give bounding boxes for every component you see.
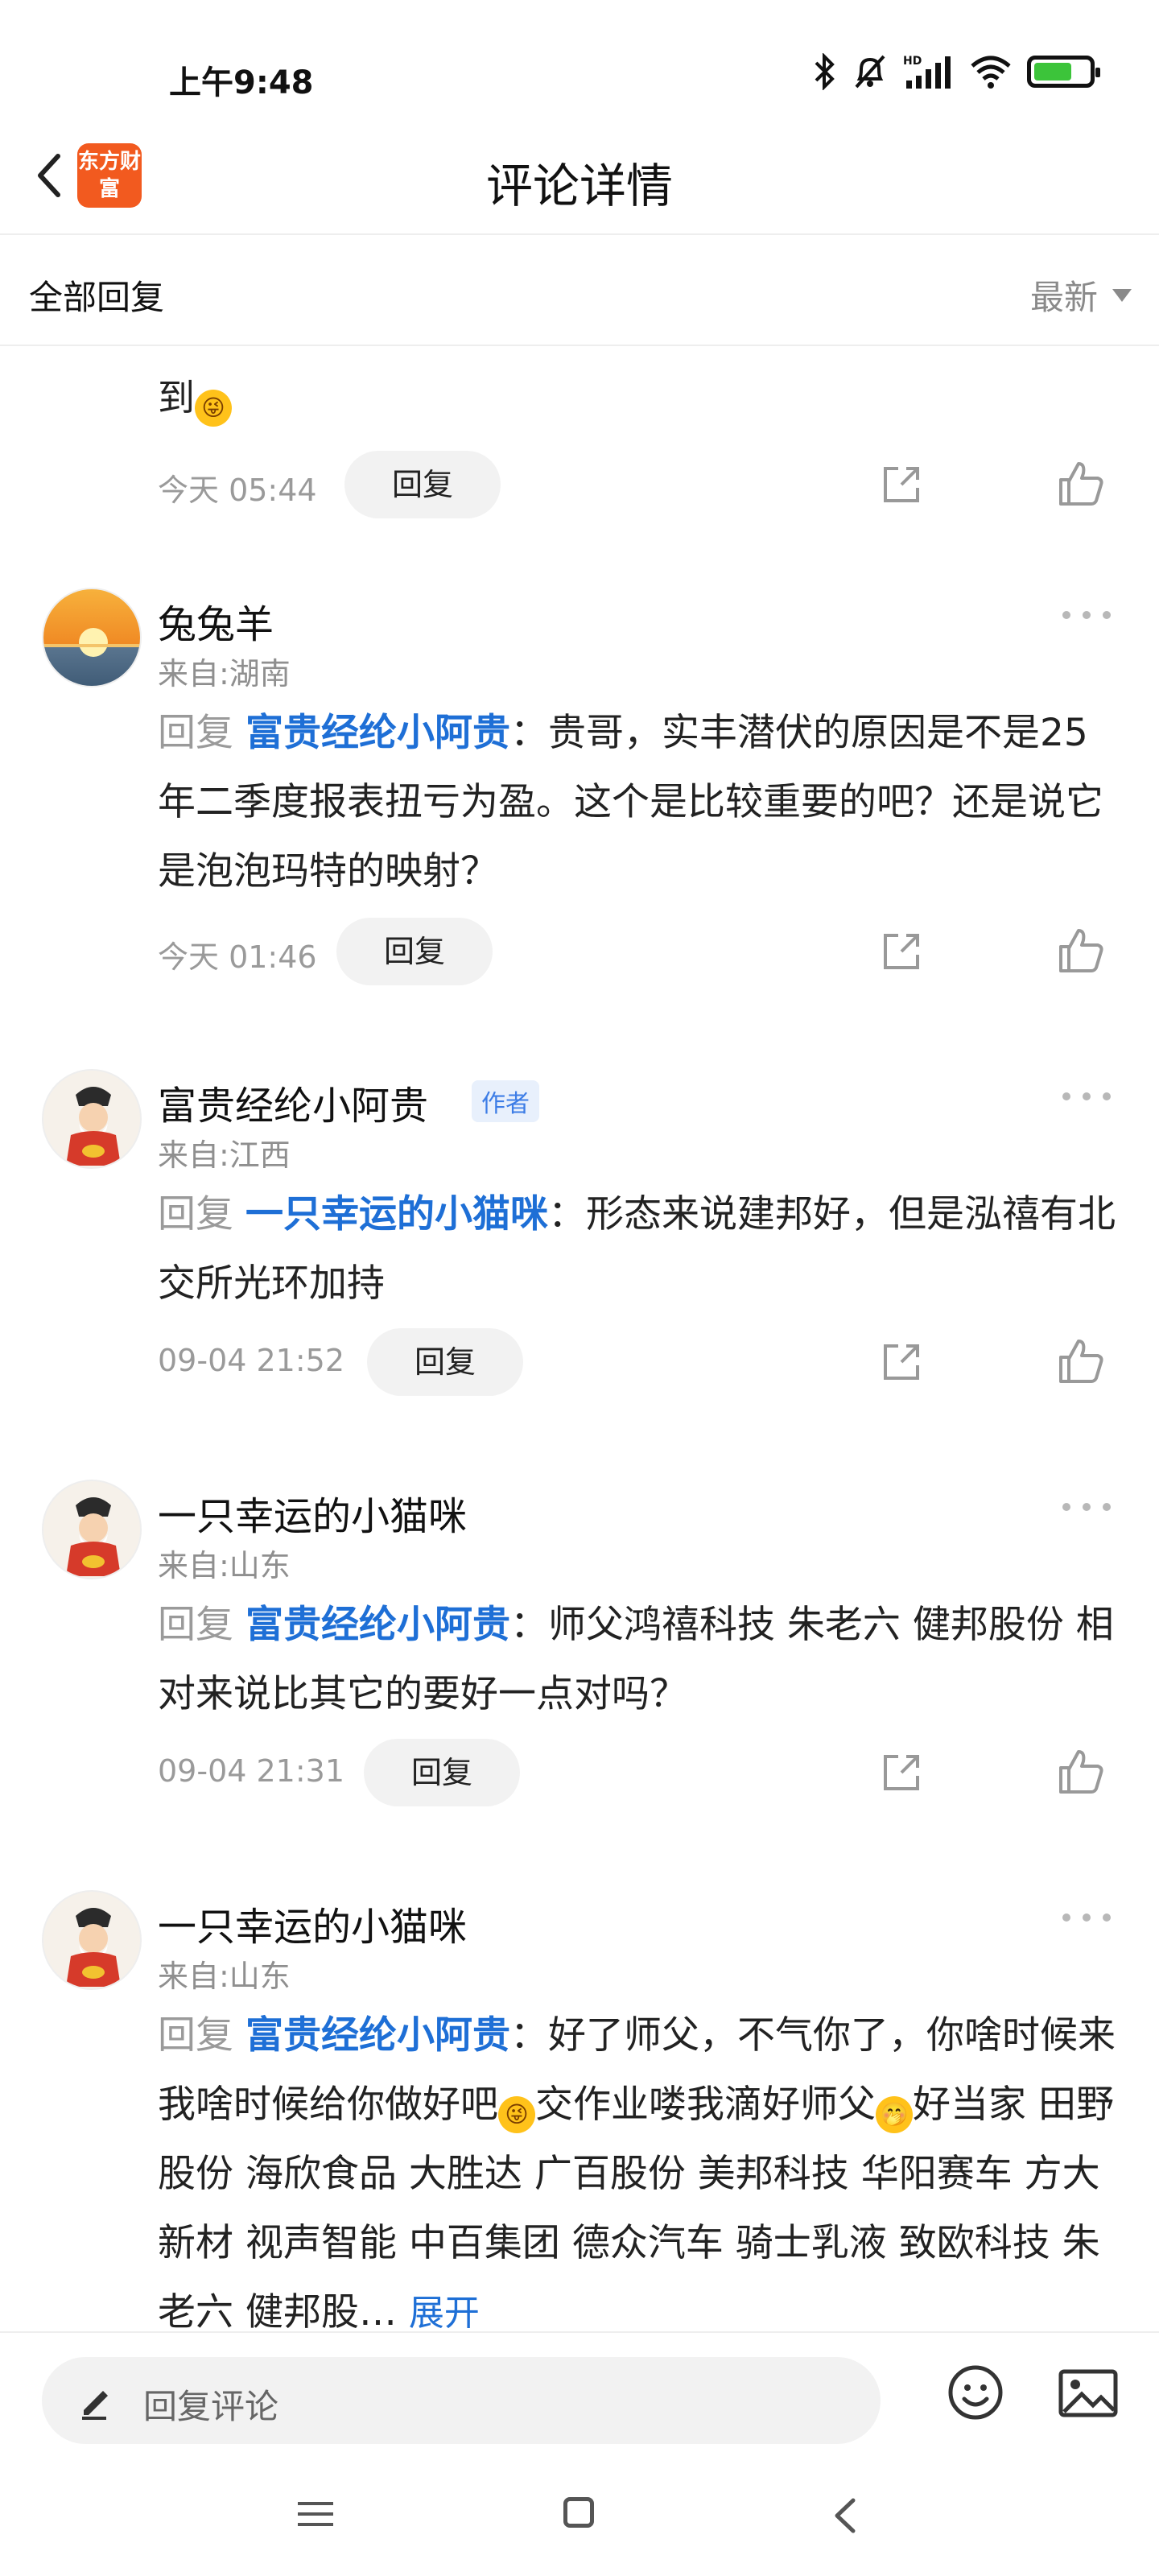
comment-meta-row: 09-04 21:31 回复 xyxy=(158,1739,1159,1806)
thumbs-up-icon[interactable] xyxy=(1056,459,1106,509)
comment-text: 到 😜 xyxy=(158,369,232,427)
reply-target-link[interactable]: 富贵经纶小阿贵 xyxy=(245,1603,510,1647)
comment-text: 回复 富贵经纶小阿贵：师父鸿禧科技 朱老六 健邦股份 相对来说比其它的要好一点对… xyxy=(158,1591,1116,1729)
svg-text:HD: HD xyxy=(903,55,922,68)
battery-charging-icon xyxy=(1027,56,1100,88)
status-icons: HD xyxy=(813,53,1100,90)
more-options-icon[interactable] xyxy=(1062,1501,1111,1513)
all-replies-label: 全部回复 xyxy=(29,278,165,317)
reply-input[interactable]: 回复评论 xyxy=(42,2357,881,2444)
reply-button[interactable]: 回复 xyxy=(336,918,493,985)
comment-item: 一只幸运的小猫咪 来自:山东 回复 富贵经纶小阿贵：好了师父，不气你了，你啥时候… xyxy=(0,1890,1159,2331)
sort-label: 最新 xyxy=(1029,278,1098,317)
reply-prefix: 回复 xyxy=(158,1603,233,1647)
user-name[interactable]: 兔兔羊 xyxy=(158,592,274,649)
comment-content-part2: 交作业喽我滴好师父 xyxy=(535,2083,876,2127)
status-time: 上午9:48 xyxy=(169,64,314,101)
comment-text: 回复 富贵经纶小阿贵：贵哥，实丰潜伏的原因是不是25年二季度报表扭亏为盈。这个是… xyxy=(158,699,1116,906)
comment-item: 一只幸运的小猫咪 来自:山东 回复 富贵经纶小阿贵：师父鸿禧科技 朱老六 健邦股… xyxy=(0,1480,1159,1842)
caret-down-icon xyxy=(1112,288,1132,302)
comment-text: 回复 富贵经纶小阿贵：好了师父，不气你了，你啥时候来我啥时候给你做好吧 😜 交作业喽… xyxy=(158,2001,1116,2331)
comment-text: 回复 一只幸运的小猫咪：形态来说建邦好，但是泓禧有北交所光环加持 xyxy=(158,1180,1116,1319)
comment-meta-row: 今天 01:46 回复 xyxy=(158,918,1159,985)
avatar[interactable] xyxy=(42,1890,142,1990)
reply-target-link[interactable]: 富贵经纶小阿贵 xyxy=(245,711,510,755)
reply-button[interactable]: 回复 xyxy=(364,1739,520,1806)
reply-button[interactable]: 回复 xyxy=(344,451,501,518)
hd-signal-icon: HD xyxy=(903,55,951,89)
reply-placeholder: 回复评论 xyxy=(143,2387,279,2426)
comment-text-tail: 到 xyxy=(158,376,195,419)
reply-target-link[interactable]: 富贵经纶小阿贵 xyxy=(245,2013,510,2058)
more-options-icon[interactable] xyxy=(1062,1911,1111,1924)
filter-bar: 全部回复 最新 xyxy=(0,233,1159,346)
more-options-icon[interactable] xyxy=(1062,609,1111,621)
thumbs-up-icon[interactable] xyxy=(1056,1747,1106,1797)
image-icon[interactable] xyxy=(1058,2368,1119,2418)
share-icon[interactable] xyxy=(877,1748,926,1797)
fortune-god-avatar-image xyxy=(43,1481,140,1578)
mute-bell-icon xyxy=(855,55,885,89)
home-square-icon[interactable] xyxy=(563,2497,594,2528)
share-icon[interactable] xyxy=(877,927,926,976)
thumbs-up-icon[interactable] xyxy=(1056,926,1106,976)
user-name[interactable]: 一只幸运的小猫咪 xyxy=(158,1484,467,1541)
giggle-emoji-icon: 🤭 xyxy=(876,2096,913,2133)
fortune-god-avatar-image xyxy=(43,1892,140,1988)
reply-prefix: 回复 xyxy=(158,1192,233,1236)
reply-target-link[interactable]: 一只幸运的小猫咪 xyxy=(245,1192,548,1236)
wifi-icon xyxy=(971,56,1011,89)
comment-item: 兔兔羊 来自:湖南 回复 富贵经纶小阿贵：贵哥，实丰潜伏的原因是不是25年二季度… xyxy=(0,588,1159,1022)
reply-prefix: 回复 xyxy=(158,2013,233,2058)
timestamp: 09-04 21:31 xyxy=(158,1753,345,1789)
timestamp: 09-04 21:52 xyxy=(158,1343,345,1378)
location-label: 来自:湖南 xyxy=(158,656,291,691)
user-name[interactable]: 一只幸运的小猫咪 xyxy=(158,1895,467,1951)
fortune-god-avatar-image xyxy=(43,1071,140,1167)
wink-emoji-icon: 😜 xyxy=(498,2096,535,2133)
avatar[interactable] xyxy=(42,1069,142,1169)
comment-item: 富贵经纶小阿贵 作者 来自:江西 回复 一只幸运的小猫咪：形态来说建邦好，但是泓… xyxy=(0,1069,1159,1431)
wink-emoji-icon: 😜 xyxy=(195,390,232,427)
avatar[interactable] xyxy=(42,588,142,687)
menu-icon[interactable] xyxy=(298,2500,333,2528)
comment-meta-row: 今天 05:44 回复 xyxy=(158,451,1159,518)
status-bar: 上午9:48 HD xyxy=(0,0,1159,121)
previous-comment-tail: 到 😜 今天 05:44 回复 xyxy=(0,346,1159,539)
expand-link[interactable]: 展开 xyxy=(409,2293,480,2331)
system-nav-bar xyxy=(0,2460,1159,2576)
author-badge: 作者 xyxy=(472,1080,539,1122)
pen-icon xyxy=(82,2391,108,2420)
user-name[interactable]: 富贵经纶小阿贵 xyxy=(158,1074,428,1130)
reply-button[interactable]: 回复 xyxy=(367,1328,523,1396)
share-icon[interactable] xyxy=(877,460,926,509)
bluetooth-icon xyxy=(815,53,835,90)
page-title: 评论详情 xyxy=(485,159,673,213)
sunset-avatar-image xyxy=(43,589,140,686)
comment-meta-row: 09-04 21:52 回复 xyxy=(158,1328,1159,1396)
location-label: 来自:山东 xyxy=(158,1548,291,1583)
timestamp: 今天 01:46 xyxy=(158,939,317,975)
share-icon[interactable] xyxy=(877,1338,926,1386)
emoji-icon[interactable] xyxy=(947,2363,1004,2421)
comment-feed[interactable]: 到 😜 今天 05:44 回复 兔兔羊 来自:湖南 回复 富贵经纶小阿贵：贵哥，实… xyxy=(0,346,1159,2331)
location-label: 来自:山东 xyxy=(158,1959,291,1994)
avatar[interactable] xyxy=(42,1480,142,1579)
app-header: 东方财富 评论详情 xyxy=(0,121,1159,233)
reply-prefix: 回复 xyxy=(158,711,233,755)
battery-level-fill xyxy=(1034,63,1071,80)
reply-composer: 回复评论 xyxy=(0,2331,1159,2460)
sort-dropdown[interactable]: 最新 xyxy=(1030,270,1132,320)
location-label: 来自:江西 xyxy=(158,1137,291,1173)
timestamp: 今天 05:44 xyxy=(158,473,317,508)
more-options-icon[interactable] xyxy=(1062,1090,1111,1103)
thumbs-up-icon[interactable] xyxy=(1056,1336,1106,1386)
back-triangle-icon[interactable] xyxy=(829,2496,861,2536)
